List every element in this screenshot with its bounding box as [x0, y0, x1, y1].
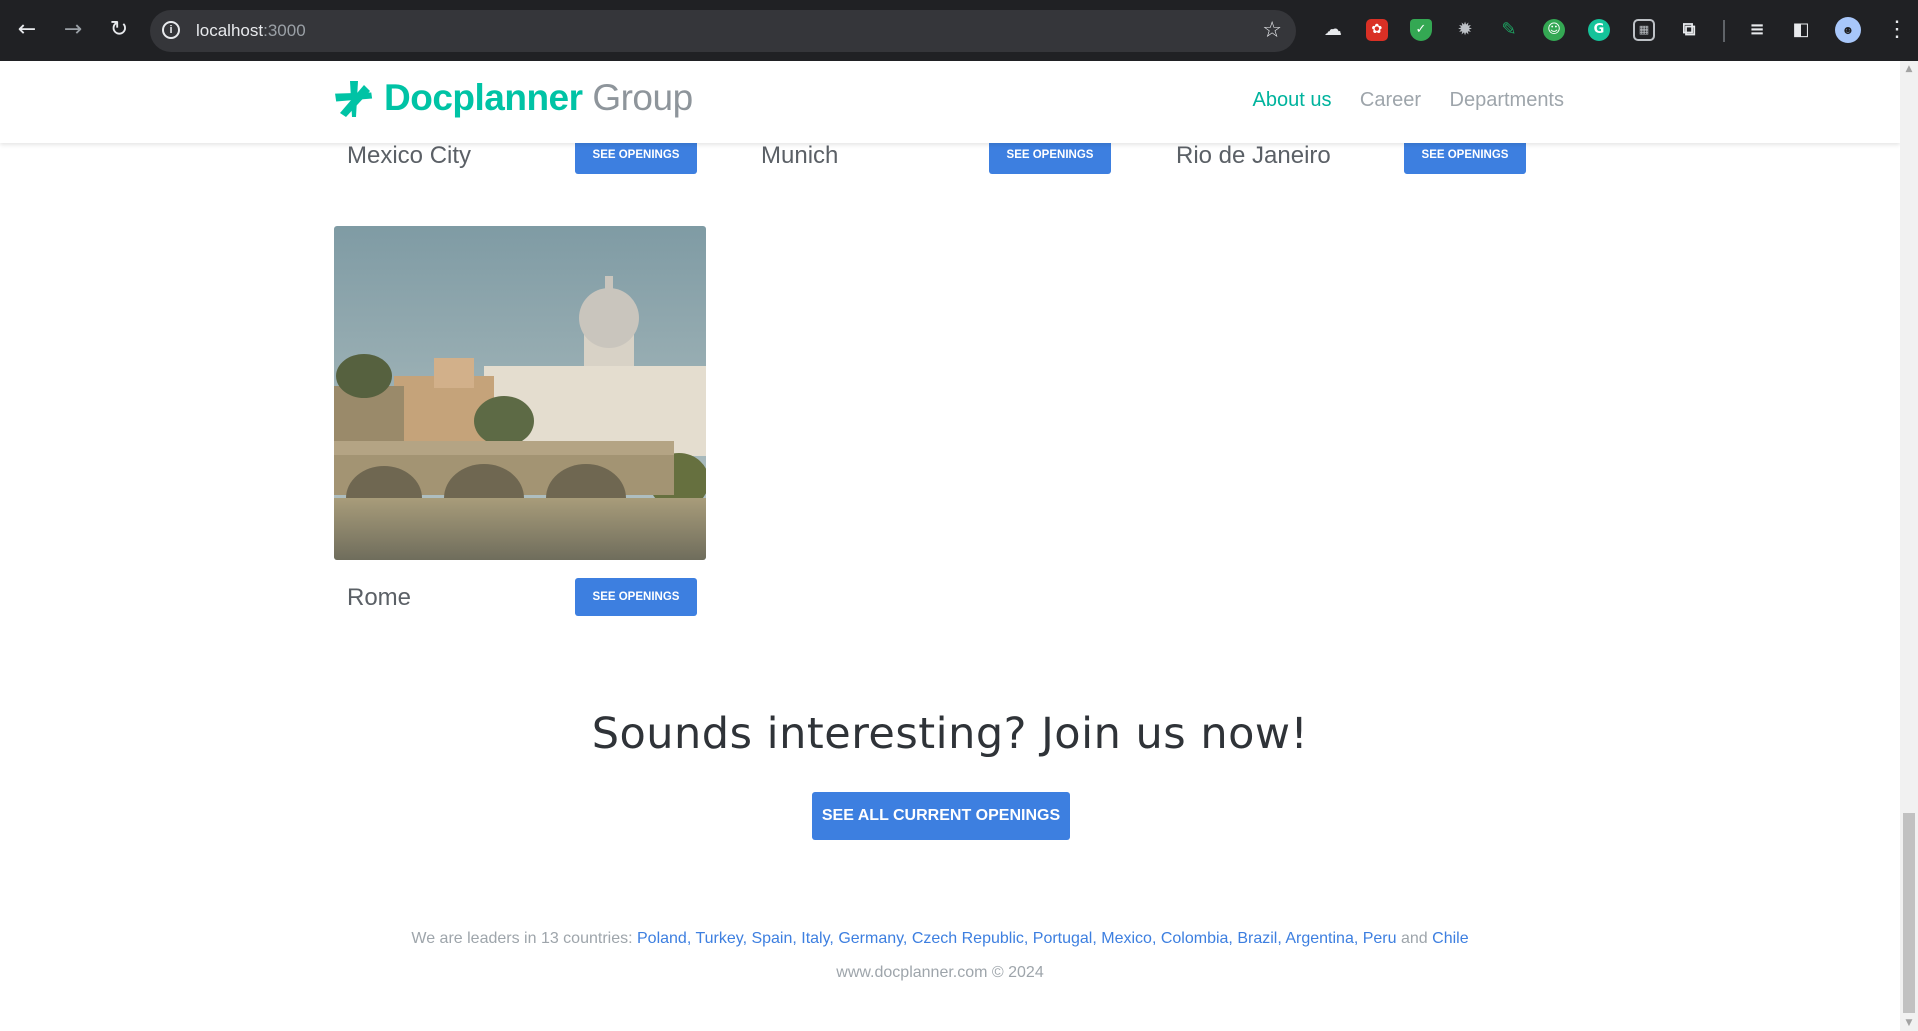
site-header: Docplanner Group About us Career Departm…: [0, 61, 1900, 143]
extension-box-icon[interactable]: ▦: [1633, 19, 1655, 41]
scroll-up-arrow-icon[interactable]: ▲: [1900, 61, 1918, 77]
city-card-rome: Rome SEE OPENINGS: [334, 226, 706, 616]
country-separator: ,: [1023, 930, 1033, 947]
scroll-down-arrow-icon[interactable]: ▼: [1900, 1015, 1918, 1031]
city-row-rome: Rome SEE OPENINGS: [334, 578, 706, 618]
join-us-heading: Sounds interesting? Join us now!: [591, 709, 1309, 759]
country-separator: ,: [1353, 930, 1363, 947]
see-all-openings-button[interactable]: SEE ALL CURRENT OPENINGS: [812, 792, 1070, 840]
country-separator: ,: [829, 930, 839, 947]
see-openings-button[interactable]: SEE OPENINGS: [575, 578, 697, 616]
country-link-czech-republic[interactable]: Czech Republic: [912, 930, 1024, 947]
footer-copyright: www.docplanner.com © 2024: [836, 964, 1044, 981]
media-playlist-icon[interactable]: ≡: [1746, 19, 1768, 41]
rome-city-photo: [334, 226, 706, 560]
country-link-germany[interactable]: Germany: [838, 930, 903, 947]
page-scrollbar[interactable]: ▲ ▼: [1900, 61, 1918, 1031]
side-panel-icon[interactable]: ◧: [1790, 19, 1812, 41]
country-link-brazil[interactable]: Brazil: [1237, 930, 1277, 947]
city-name: Mexico City: [347, 142, 472, 169]
toolbar-divider: [1723, 20, 1725, 42]
country-link-portugal[interactable]: Portugal: [1033, 930, 1093, 947]
nav-career[interactable]: Career: [1360, 89, 1421, 112]
scrollbar-thumb[interactable]: [1903, 813, 1915, 1013]
country-link-mexico[interactable]: Mexico: [1101, 930, 1152, 947]
extension-pen-icon[interactable]: ✎: [1498, 19, 1520, 41]
extension-shield-icon[interactable]: ✓: [1410, 19, 1432, 41]
main-navigation: About us Career Departments: [1229, 89, 1565, 112]
country-separator: ,: [1228, 930, 1238, 947]
extension-robot-icon[interactable]: ☺: [1543, 19, 1565, 41]
url-text[interactable]: localhost:3000: [196, 21, 306, 41]
reload-icon[interactable]: ↻: [104, 15, 134, 45]
extension-red-icon[interactable]: ✿: [1366, 19, 1388, 41]
footer-and: and: [1400, 930, 1428, 947]
country-link-argentina[interactable]: Argentina: [1285, 930, 1354, 947]
country-link-peru[interactable]: Peru: [1363, 930, 1397, 947]
address-bar[interactable]: i localhost:3000 ☆: [150, 10, 1296, 52]
country-link-chile[interactable]: Chile: [1432, 930, 1468, 947]
bookmark-star-icon[interactable]: ☆: [1262, 18, 1282, 43]
site-info-icon[interactable]: i: [162, 21, 180, 39]
extensions-puzzle-icon[interactable]: ⧉: [1678, 19, 1700, 41]
browser-menu-icon[interactable]: ⋮: [1886, 14, 1908, 44]
profile-avatar[interactable]: ☻: [1835, 17, 1861, 43]
country-link-poland[interactable]: Poland: [637, 930, 687, 947]
forward-icon[interactable]: →: [58, 15, 88, 45]
extension-cloud-icon[interactable]: ☁: [1322, 19, 1344, 41]
country-separator: ,: [1151, 930, 1161, 947]
extension-gear-icon[interactable]: ✹: [1454, 19, 1476, 41]
browser-toolbar: ← → ↻ i localhost:3000 ☆ ☁ ✿ ✓ ✹ ✎ ☺ G ▦…: [0, 0, 1918, 62]
country-link-colombia[interactable]: Colombia: [1161, 930, 1229, 947]
extension-grammarly-icon[interactable]: G: [1588, 19, 1610, 41]
country-link-italy[interactable]: Italy: [801, 930, 829, 947]
logo-wordmark: Docplanner Group: [384, 77, 693, 118]
country-link-turkey[interactable]: Turkey: [695, 930, 742, 947]
footer-countries: We are leaders in 13 countries: Poland, …: [0, 930, 1880, 948]
country-separator: ,: [1092, 930, 1102, 947]
country-separator: ,: [792, 930, 802, 947]
country-separator: ,: [902, 930, 912, 947]
back-icon[interactable]: ←: [12, 15, 42, 45]
city-name: Munich: [761, 142, 839, 169]
country-link-spain[interactable]: Spain: [751, 930, 792, 947]
nav-departments[interactable]: Departments: [1450, 89, 1565, 112]
docplanner-logo-icon: [335, 81, 373, 117]
city-name: Rio de Janeiro: [1176, 142, 1331, 169]
nav-about-us[interactable]: About us: [1253, 89, 1332, 112]
page-viewport: Docplanner Group About us Career Departm…: [0, 61, 1900, 1031]
footer-intro: We are leaders in 13 countries:: [411, 930, 637, 947]
city-name: Rome: [347, 584, 412, 611]
